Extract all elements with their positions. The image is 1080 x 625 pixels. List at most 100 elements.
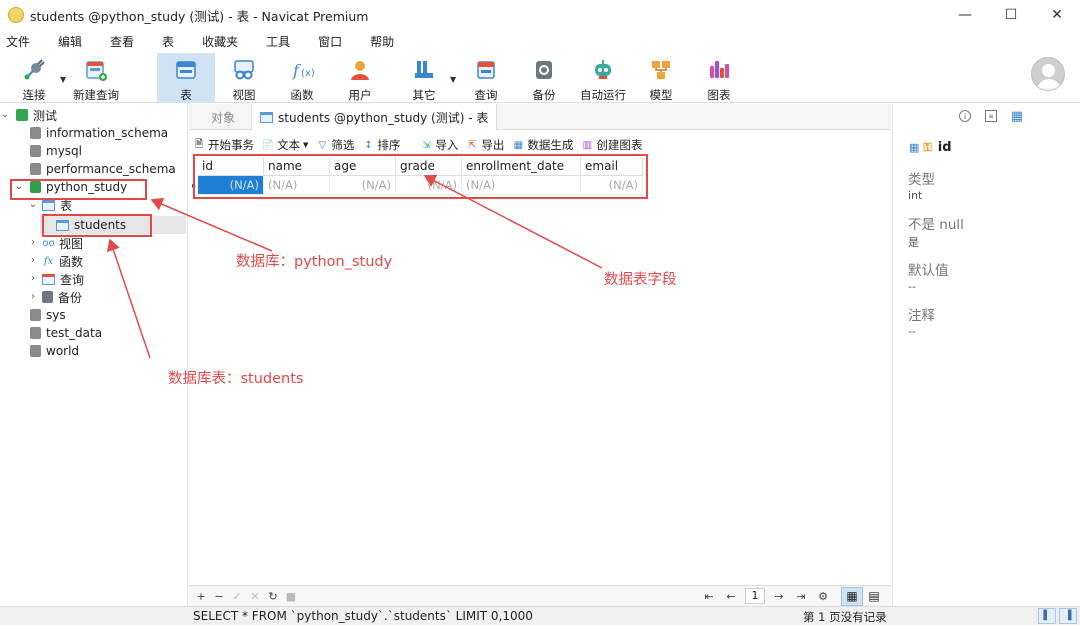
other-dropdown-caret-icon[interactable]: ▼ xyxy=(450,75,456,84)
tree-db-test-data[interactable]: test_data xyxy=(30,324,102,342)
field-default-label: 默认值 xyxy=(908,263,949,279)
apply-changes-icon[interactable]: ✓ xyxy=(229,590,245,603)
add-record-icon[interactable]: + xyxy=(193,590,209,603)
collapse-arrow-icon[interactable]: › xyxy=(28,255,38,266)
sort-button[interactable]: ↕ 排序 xyxy=(362,137,400,153)
toolbar-connect-label: 连接 xyxy=(22,88,46,102)
ddl-icon[interactable]: ≡ xyxy=(985,110,997,122)
toolbar-other-button[interactable]: 其它 xyxy=(395,53,453,103)
toolbar-view-button[interactable]: 视图 xyxy=(215,53,273,103)
toolbar-table-label: 表 xyxy=(180,88,192,102)
toolbar-function-button[interactable]: f (x) 函数 xyxy=(273,53,331,103)
tree-db-sys[interactable]: sys xyxy=(30,306,66,324)
discard-changes-icon[interactable]: ✕ xyxy=(247,590,263,603)
user-icon xyxy=(348,58,372,82)
collapse-arrow-icon[interactable]: › xyxy=(28,237,38,248)
filter-button[interactable]: ▽ 筛选 xyxy=(316,137,355,153)
page-number-input[interactable]: 1 xyxy=(745,588,765,604)
first-page-icon[interactable]: ⇤ xyxy=(701,590,717,603)
data-generation-button[interactable]: ▦ 数据生成 xyxy=(512,137,574,153)
tree-db-world[interactable]: world xyxy=(30,342,79,360)
annotation-box-database xyxy=(10,179,147,200)
import-button[interactable]: ⇲ 导入 xyxy=(420,137,458,153)
chart-icon xyxy=(707,58,731,82)
toolbar-user-label: 用户 xyxy=(348,88,372,102)
export-button[interactable]: ⇱ 导出 xyxy=(466,137,504,153)
minimize-button[interactable]: — xyxy=(942,0,988,30)
tree-node-queries[interactable]: 查询 xyxy=(42,270,84,288)
menu-bar: 文件 编辑 查看 表 收藏夹 工具 窗口 帮助 xyxy=(0,31,416,51)
text-button[interactable]: 📄 文本 ▼ xyxy=(262,137,309,153)
next-page-icon[interactable]: → xyxy=(771,590,787,603)
toolbar-view-label: 视图 xyxy=(232,88,256,102)
toolbar-backup-button[interactable]: 备份 xyxy=(515,53,573,103)
stop-icon[interactable]: ■ xyxy=(283,590,299,603)
status-sql-text: SELECT * FROM `python_study`.`students` … xyxy=(193,609,533,623)
tree-connection-test[interactable]: 测试 xyxy=(16,106,57,124)
filter-label: 筛选 xyxy=(331,138,355,152)
menu-tools[interactable]: 工具 xyxy=(260,33,300,50)
tab-students-table[interactable]: students @python_study (测试) - 表 xyxy=(251,104,498,130)
collapse-arrow-icon[interactable]: › xyxy=(28,291,38,302)
menu-favorites[interactable]: 收藏夹 xyxy=(196,33,248,50)
menu-table[interactable]: 表 xyxy=(156,33,184,50)
tab-objects[interactable]: 对象 xyxy=(211,104,235,130)
connection-label: 测试 xyxy=(33,108,58,123)
navicat-logo-icon xyxy=(8,7,24,23)
field-title: ▦ ⚿ id xyxy=(909,140,952,155)
database-icon xyxy=(30,145,41,157)
expand-toggle-icon[interactable]: ⌄ xyxy=(0,109,10,120)
data-generation-icon: ▦ xyxy=(513,139,524,151)
toolbar-connect-button[interactable]: 连接 xyxy=(5,53,63,103)
last-page-icon[interactable]: ⇥ xyxy=(793,590,809,603)
maximize-button[interactable]: ☐ xyxy=(988,0,1034,30)
sort-icon: ↕ xyxy=(364,139,373,151)
toolbar-model-button[interactable]: 模型 xyxy=(632,53,690,103)
database-label: sys xyxy=(46,308,66,322)
toggle-right-pane-icon[interactable]: ▐ xyxy=(1059,608,1077,624)
tree-db-mysql[interactable]: mysql xyxy=(30,142,82,160)
toggle-left-pane-icon[interactable]: ▌ xyxy=(1038,608,1056,624)
toolbar-query-button[interactable]: 查询 xyxy=(457,53,515,103)
begin-transaction-button[interactable]: 🗎 开始事务 xyxy=(193,137,254,153)
tree-db-information-schema[interactable]: information_schema xyxy=(30,124,168,142)
field-type-label: 类型 xyxy=(908,172,935,188)
create-chart-button[interactable]: ▥ 创建图表 xyxy=(581,137,643,153)
field-name: id xyxy=(937,140,952,155)
menu-view[interactable]: 查看 xyxy=(104,33,144,50)
field-info-tab-icon[interactable]: ▦ xyxy=(1011,109,1023,124)
transaction-icon: 🗎 xyxy=(194,138,204,150)
refresh-icon[interactable]: ↻ xyxy=(265,590,281,603)
toolbar-automation-button[interactable]: 自动运行 xyxy=(573,53,633,103)
user-avatar[interactable] xyxy=(1031,57,1065,91)
data-generation-label: 数据生成 xyxy=(527,138,574,152)
form-view-toggle-icon[interactable]: ▤ xyxy=(863,587,885,606)
status-page-text: 第 1 页没有记录 xyxy=(803,610,887,624)
main-toolbar: 连接 ▼ 新建查询 表 视图 f (x) 函数 用户 其它 ▼ 查询 备份 自动… xyxy=(0,53,1080,103)
import-label: 导入 xyxy=(435,138,459,152)
database-icon xyxy=(30,163,41,175)
menu-help[interactable]: 帮助 xyxy=(364,33,404,50)
delete-record-icon[interactable]: − xyxy=(211,590,227,603)
connect-dropdown-caret-icon[interactable]: ▼ xyxy=(60,75,66,84)
menu-window[interactable]: 窗口 xyxy=(312,33,352,50)
toolbar-chart-button[interactable]: 图表 xyxy=(690,53,748,103)
previous-page-icon[interactable]: ← xyxy=(723,590,739,603)
tree-node-functions[interactable]: fx 函数 xyxy=(42,252,83,270)
toolbar-user-button[interactable]: 用户 xyxy=(331,53,389,103)
toolbar-table-button[interactable]: 表 xyxy=(157,53,215,103)
close-button[interactable]: ✕ xyxy=(1034,0,1080,30)
grid-view-toggle-icon[interactable]: ▦ xyxy=(841,586,863,606)
text-label: 文本 xyxy=(277,138,300,152)
menu-edit[interactable]: 编辑 xyxy=(52,33,92,50)
tree-node-backups[interactable]: 备份 xyxy=(42,288,82,306)
toolbar-new-query-button[interactable]: 新建查询 xyxy=(67,53,125,103)
menu-file[interactable]: 文件 xyxy=(0,33,40,50)
settings-gear-icon[interactable]: ⚙ xyxy=(815,590,831,603)
expand-toggle-icon[interactable]: ⌄ xyxy=(28,199,38,210)
collapse-arrow-icon[interactable]: › xyxy=(28,273,38,284)
field-comment-value: -- xyxy=(908,325,916,338)
automation-icon xyxy=(591,58,615,82)
tree-db-performance-schema[interactable]: performance_schema xyxy=(30,160,176,178)
info-icon[interactable]: i xyxy=(959,110,971,122)
